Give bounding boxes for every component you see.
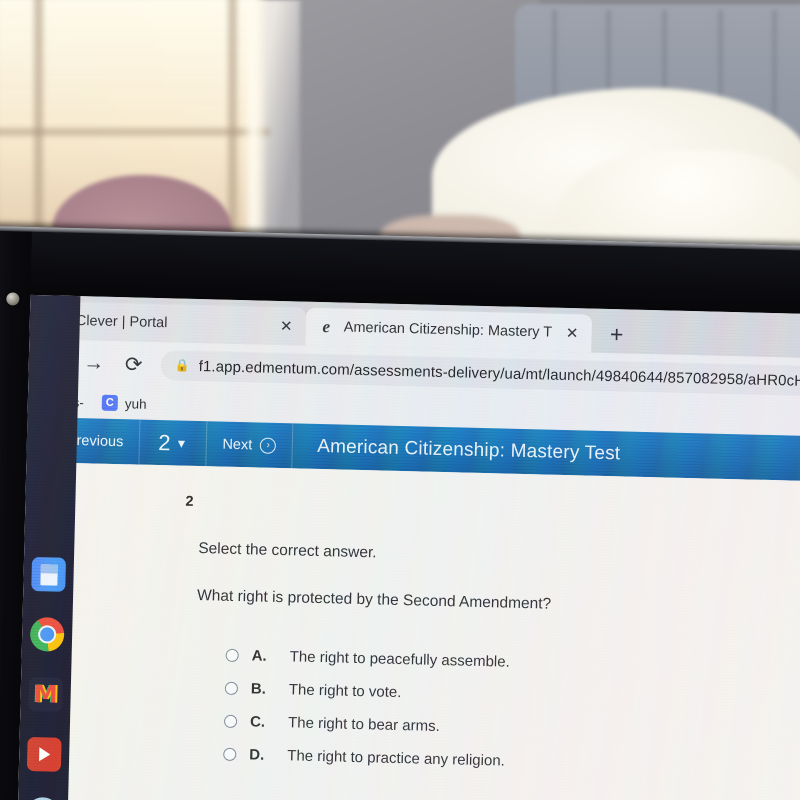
next-label: Next bbox=[222, 436, 253, 453]
window-light-gap bbox=[243, 0, 265, 246]
option-text: The right to practice any religion. bbox=[287, 747, 506, 770]
option-letter: A. bbox=[251, 647, 267, 665]
address-bar[interactable]: 🔒 f1.app.edmentum.com/assessments-delive… bbox=[160, 350, 800, 396]
laptop: C Clever | Portal ✕ e American Citizensh… bbox=[0, 225, 800, 800]
hanging-plant bbox=[410, 0, 520, 70]
next-button[interactable]: Next › bbox=[205, 421, 294, 469]
clever-icon: C bbox=[101, 394, 119, 412]
assessment-title: American Citizenship: Mastery Test bbox=[316, 435, 621, 464]
page-number: 2 bbox=[158, 429, 171, 455]
chevron-down-icon: ▼ bbox=[175, 435, 188, 451]
window-frame-bar bbox=[0, 128, 270, 136]
radio-button[interactable] bbox=[223, 747, 237, 762]
option-text: The right to vote. bbox=[288, 681, 402, 702]
option-text: The right to peacefully assemble. bbox=[289, 648, 510, 671]
radio-button[interactable] bbox=[224, 681, 239, 696]
option-letter: C. bbox=[249, 713, 266, 731]
option-text: The right to bear arms. bbox=[287, 714, 440, 736]
question-instruction: Select the correct answer. bbox=[198, 540, 377, 562]
reload-icon[interactable]: ⟳ bbox=[120, 351, 147, 378]
gmail-icon[interactable] bbox=[28, 676, 64, 712]
lock-icon: 🔒 bbox=[174, 358, 190, 373]
url-text: f1.app.edmentum.com/assessments-delivery… bbox=[198, 357, 800, 390]
chrome-icon[interactable] bbox=[29, 616, 65, 652]
bookmark-label: yuh bbox=[124, 395, 147, 412]
radio-button[interactable] bbox=[223, 714, 238, 729]
option-letter: D. bbox=[249, 746, 265, 764]
new-tab-button[interactable]: + bbox=[601, 319, 632, 350]
browser-tab-mastery-test[interactable]: e American Citizenship: Mastery T ✕ bbox=[305, 307, 593, 353]
close-icon[interactable]: ✕ bbox=[277, 316, 296, 335]
bookmark-yuh[interactable]: C yuh bbox=[101, 394, 147, 412]
photo-of-laptop-screen: C Clever | Portal ✕ e American Citizensh… bbox=[0, 0, 800, 800]
forward-icon[interactable]: → bbox=[80, 350, 107, 377]
window-frame-bar bbox=[34, 0, 43, 246]
laptop-screen: C Clever | Portal ✕ e American Citizensh… bbox=[17, 294, 800, 800]
docs-icon[interactable] bbox=[31, 556, 67, 592]
window-frame-bar bbox=[228, 0, 237, 246]
answer-options: A. The right to peacefully assemble. B. … bbox=[223, 639, 800, 785]
radio-button[interactable] bbox=[225, 648, 239, 663]
close-icon[interactable]: ✕ bbox=[562, 323, 581, 342]
option-letter: B. bbox=[250, 680, 267, 698]
arrow-right-circle-icon: › bbox=[260, 437, 277, 454]
edmentum-icon: e bbox=[322, 317, 331, 337]
tab-title: American Citizenship: Mastery T bbox=[343, 319, 553, 341]
youtube-icon[interactable] bbox=[26, 736, 62, 772]
question-text: What right is protected by the Second Am… bbox=[196, 587, 552, 613]
page-number-dropdown[interactable]: 2 ▼ bbox=[139, 419, 207, 467]
tab-title: Clever | Portal bbox=[75, 312, 168, 332]
question-content: 2 Select the correct answer. What right … bbox=[17, 461, 800, 800]
question-number: 2 bbox=[185, 493, 194, 510]
room-background-photo bbox=[0, 0, 800, 246]
